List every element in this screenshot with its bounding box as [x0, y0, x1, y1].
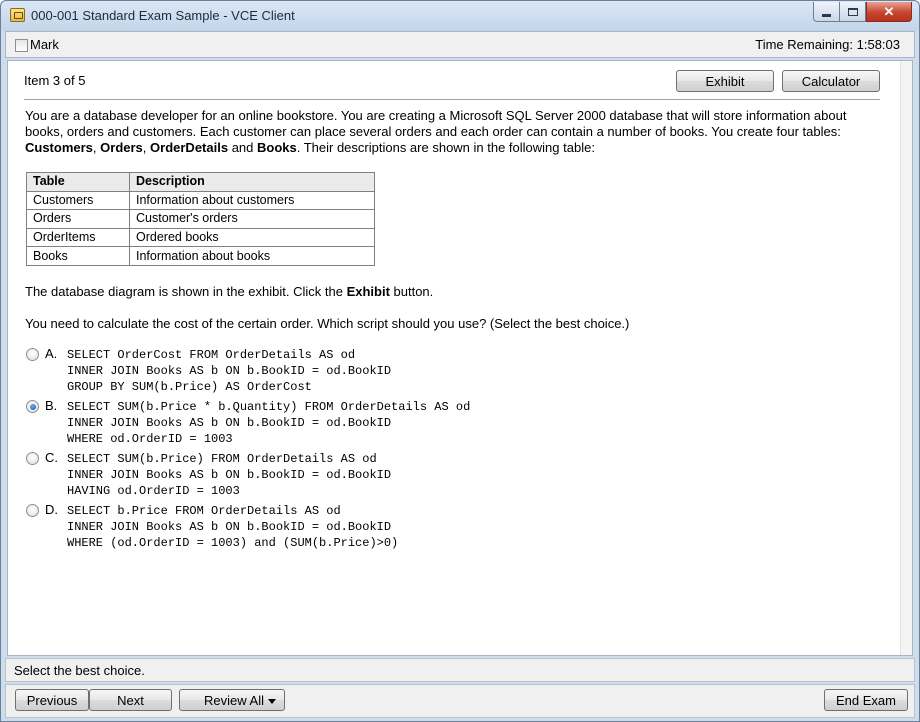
- table-name-books: Books: [257, 140, 297, 155]
- window-title: 000-001 Standard Exam Sample - VCE Clien…: [31, 8, 295, 23]
- table-name-orderdetails: OrderDetails: [150, 140, 229, 155]
- table-row: Orders Customer's orders: [26, 209, 375, 229]
- column-header: Description: [129, 172, 375, 192]
- time-remaining: Time Remaining: 1:58:03: [755, 37, 900, 52]
- option-letter: C.: [45, 450, 58, 465]
- previous-button[interactable]: Previous: [15, 689, 89, 711]
- review-all-label: Review All: [204, 692, 264, 708]
- table-row: Customers Information about customers: [26, 190, 375, 211]
- option-letter: A.: [45, 346, 58, 361]
- exhibit-button[interactable]: Exhibit: [676, 70, 774, 92]
- vertical-scrollbar[interactable]: [900, 61, 912, 655]
- option-code: SELECT SUM(b.Price * b.Quantity) FROM Or…: [67, 400, 471, 446]
- table-name-customers: Customers: [25, 140, 93, 155]
- answer-option-b[interactable]: B. SELECT SUM(b.Price * b.Quantity) FROM…: [25, 398, 875, 449]
- table-name-orders: Orders: [100, 140, 143, 155]
- option-letter: D.: [45, 502, 58, 517]
- answer-option-c[interactable]: C. SELECT SUM(b.Price) FROM OrderDetails…: [25, 450, 875, 501]
- radio-button[interactable]: [26, 504, 39, 517]
- answer-option-a[interactable]: A. SELECT OrderCost FROM OrderDetails AS…: [25, 346, 875, 397]
- table-cell: Customer's orders: [129, 209, 375, 229]
- status-text: Select the best choice.: [14, 663, 145, 678]
- table-cell: Customers: [26, 190, 130, 211]
- header-divider: [24, 99, 880, 100]
- separator: and: [228, 140, 257, 155]
- close-button[interactable]: ✕: [866, 2, 912, 22]
- app-icon: [10, 8, 25, 22]
- table-cell: Ordered books: [129, 227, 375, 248]
- status-bar: Select the best choice.: [5, 658, 915, 682]
- option-code: SELECT SUM(b.Price) FROM OrderDetails AS…: [67, 452, 392, 498]
- mark-checkbox[interactable]: [15, 39, 28, 52]
- separator: ,: [142, 140, 151, 155]
- table-cell: Books: [26, 246, 130, 266]
- table-row: OrderItems Ordered books: [26, 227, 375, 248]
- calculator-button[interactable]: Calculator: [782, 70, 880, 92]
- title-bar[interactable]: 000-001 Standard Exam Sample - VCE Clien…: [1, 1, 919, 31]
- table-cell: Orders: [26, 209, 130, 229]
- close-icon: ✕: [883, 3, 895, 19]
- app-window: 000-001 Standard Exam Sample - VCE Clien…: [0, 0, 920, 722]
- diagram-text-end: button.: [389, 284, 434, 299]
- table-cell: OrderItems: [26, 227, 130, 248]
- minimize-button[interactable]: [813, 2, 840, 22]
- option-code: SELECT b.Price FROM OrderDetails AS od I…: [67, 504, 399, 550]
- item-counter: Item 3 of 5: [24, 73, 86, 88]
- mark-bar: Mark Time Remaining: 1:58:03: [5, 31, 915, 58]
- question-prompt: You need to calculate the cost of the ce…: [25, 316, 630, 331]
- option-letter: B.: [45, 398, 58, 413]
- review-all-button[interactable]: Review All: [179, 689, 285, 711]
- next-button[interactable]: Next: [89, 689, 172, 711]
- table-header-row: Table Description: [26, 172, 375, 192]
- minimize-icon: [822, 14, 831, 17]
- radio-button[interactable]: [26, 400, 39, 413]
- maximize-icon: [847, 7, 858, 16]
- diagram-text: The database diagram is shown in the exh…: [25, 284, 347, 299]
- radio-button[interactable]: [26, 348, 39, 361]
- question-intro: You are a database developer for an onli…: [25, 108, 875, 156]
- intro-text-end: . Their descriptions are shown in the fo…: [296, 140, 595, 155]
- question-panel: Item 3 of 5 Exhibit Calculator You are a…: [7, 60, 913, 656]
- tables-description-table: Table Description Customers Information …: [26, 172, 375, 266]
- maximize-button[interactable]: [839, 2, 866, 22]
- mark-label[interactable]: Mark: [30, 37, 59, 52]
- column-header: Table: [26, 172, 130, 192]
- diagram-exhibit-word: Exhibit: [346, 284, 390, 299]
- table-row: Books Information about books: [26, 246, 375, 266]
- intro-text: You are a database developer for an onli…: [25, 108, 847, 139]
- table-cell: Information about books: [129, 246, 375, 266]
- navigation-bar: Previous Next Review All End Exam: [5, 684, 915, 718]
- end-exam-button[interactable]: End Exam: [824, 689, 908, 711]
- radio-button[interactable]: [26, 452, 39, 465]
- table-cell: Information about customers: [129, 190, 375, 211]
- diagram-note: The database diagram is shown in the exh…: [25, 284, 875, 300]
- answer-option-d[interactable]: D. SELECT b.Price FROM OrderDetails AS o…: [25, 502, 875, 553]
- dropdown-arrow-icon: [268, 699, 276, 704]
- option-code: SELECT OrderCost FROM OrderDetails AS od…: [67, 348, 392, 394]
